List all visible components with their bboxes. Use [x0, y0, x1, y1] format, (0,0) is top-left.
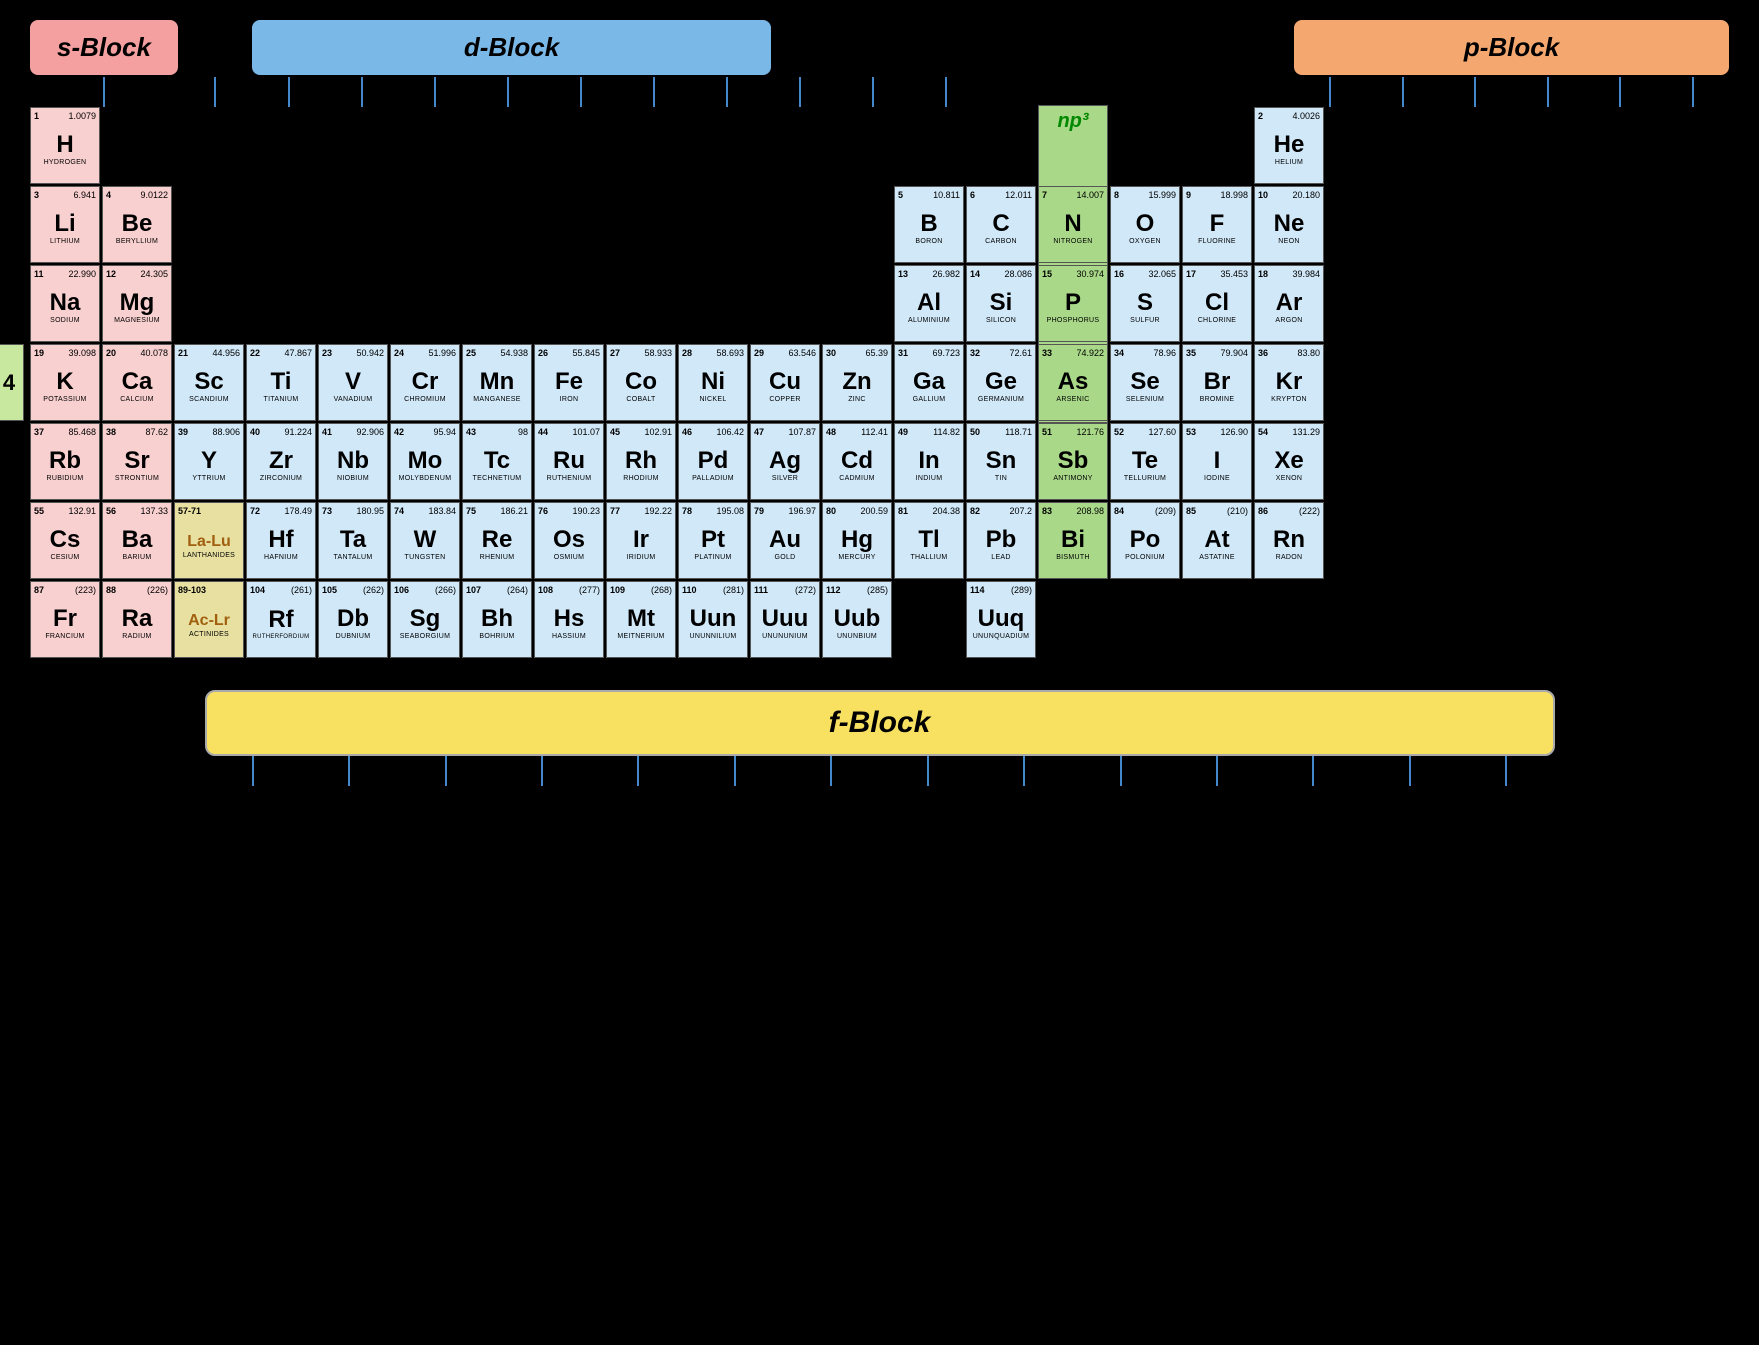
main-container: s-Block d-Block p-Block	[10, 10, 1749, 796]
element-au: 79196.97AuGOLD	[750, 502, 820, 579]
element-cd: 48112.41CdCADMIUM	[822, 423, 892, 500]
element-ni: 2858.693NiNICKEL	[678, 344, 748, 421]
element-i: 53126.90IIODINE	[1182, 423, 1252, 500]
element-te: 52127.60TeTELLURIUM	[1110, 423, 1180, 500]
element-sb: 51121.76SbANTIMONY	[1038, 423, 1108, 500]
element-pb: 82207.2PbLEAD	[966, 502, 1036, 579]
element-bi: 83208.98BiBISMUTH	[1038, 502, 1108, 579]
element-v: 2350.942VVANADIUM	[318, 344, 388, 421]
element-ge: 3272.61GeGERMANIUM	[966, 344, 1036, 421]
element-sc: 2144.956ScSCANDIUM	[174, 344, 244, 421]
element-ra: 88(226)RaRADIUM	[102, 581, 172, 658]
element-sg: 106(266)SgSEABORGIUM	[390, 581, 460, 658]
element-p: 1530.974PPHOSPHORUS	[1038, 265, 1108, 342]
element-ca: 2040.078CaCALCIUM	[102, 344, 172, 421]
element-co: 2758.933CoCOBALT	[606, 344, 676, 421]
element-hg: 80200.59HgMERCURY	[822, 502, 892, 579]
element-mg: 1224.305MgMAGNESIUM	[102, 265, 172, 342]
element-ac-lr: 89-103Ac-LrACTINIDES	[174, 581, 244, 658]
f-block-section: f-Block	[30, 690, 1729, 786]
element-nb: 4192.906NbNIOBIUM	[318, 423, 388, 500]
element-hf: 72178.49HfHAFNIUM	[246, 502, 316, 579]
d-block-header: d-Block	[252, 20, 771, 75]
element-la-lu: 57-71La-LuLANTHANIDES	[174, 502, 244, 579]
element-ru: 44101.07RuRUTHENIUM	[534, 423, 604, 500]
element-uun: 110(281)UunUNUNNILIUM	[678, 581, 748, 658]
element-cs: 55132.91CsCESIUM	[30, 502, 100, 579]
element-ti: 2247.867TiTITANIUM	[246, 344, 316, 421]
s-block-label: s-Block	[57, 32, 151, 63]
element-uuq: 114(289)UuqUNUNQUADIUM	[966, 581, 1036, 658]
element-as: 3374.922AsARSENIC	[1038, 344, 1108, 421]
element-sr: 3887.62SrSTRONTIUM	[102, 423, 172, 500]
element-rf: 104(261)RfRUTHERFORDIUM	[246, 581, 316, 658]
element-fe: 2655.845FeIRON	[534, 344, 604, 421]
element-k: 1939.098KPOTASSIUM	[30, 344, 100, 421]
element-in: 49114.82InINDIUM	[894, 423, 964, 500]
element-s: 1632.065SSULFUR	[1110, 265, 1180, 342]
element-he: 24.0026HeHELIUM	[1254, 107, 1324, 184]
element-sn: 50118.71SnTIN	[966, 423, 1036, 500]
element-cu: 2963.546CuCOPPER	[750, 344, 820, 421]
element-si: 1428.086SiSILICON	[966, 265, 1036, 342]
element-ta: 73180.95TaTANTALUM	[318, 502, 388, 579]
element-w: 74183.84WTUNGSTEN	[390, 502, 460, 579]
element-li: 36.941LiLITHIUM	[30, 186, 100, 263]
element-be: 49.0122BeBERYLLIUM	[102, 186, 172, 263]
element-ga: 3169.723GaGALLIUM	[894, 344, 964, 421]
row-4-label: 4	[0, 344, 24, 421]
element-xe: 54131.29XeXENON	[1254, 423, 1324, 500]
element-pd: 46106.42PdPALLADIUM	[678, 423, 748, 500]
element-kr: 3683.80KrKRYPTON	[1254, 344, 1324, 421]
element-db: 105(262)DbDUBNIUM	[318, 581, 388, 658]
element-uuu: 111(272)UuuUNUNUNIUM	[750, 581, 820, 658]
element-y: 3988.906YYTTRIUM	[174, 423, 244, 500]
element-zn: 3065.39ZnZINC	[822, 344, 892, 421]
element-mo: 4295.94MoMOLYBDENUM	[390, 423, 460, 500]
f-block-label: f-Block	[829, 706, 931, 739]
element-ag: 47107.87AgSILVER	[750, 423, 820, 500]
element-tc: 4398TcTECHNETIUM	[462, 423, 532, 500]
element-bh: 107(264)BhBOHRIUM	[462, 581, 532, 658]
element-re: 75186.21ReRHENIUM	[462, 502, 532, 579]
element-ne: 1020.180NeNEON	[1254, 186, 1324, 263]
element-hs: 108(277)HsHASSIUM	[534, 581, 604, 658]
element-se: 3478.96SeSELENIUM	[1110, 344, 1180, 421]
element-al: 1326.982AlALUMINIUM	[894, 265, 964, 342]
element-mt: 109(268)MtMEITNERIUM	[606, 581, 676, 658]
element-c: 612.011CCARBON	[966, 186, 1036, 263]
element-h: 11.0079HHYDROGEN	[30, 107, 100, 184]
element-zr: 4091.224ZrZIRCONIUM	[246, 423, 316, 500]
element-br: 3579.904BrBROMINE	[1182, 344, 1252, 421]
element-ir: 77192.22IrIRIDIUM	[606, 502, 676, 579]
element-o: 815.999OOXYGEN	[1110, 186, 1180, 263]
p-block-header: p-Block	[1294, 20, 1729, 75]
element-po: 84(209)PoPOLONIUM	[1110, 502, 1180, 579]
element-ar: 1839.984ArARGON	[1254, 265, 1324, 342]
element-os: 76190.23OsOSMIUM	[534, 502, 604, 579]
p-block-label: p-Block	[1464, 32, 1559, 63]
element-ba: 56137.33BaBARIUM	[102, 502, 172, 579]
element-rn: 86(222)RnRADON	[1254, 502, 1324, 579]
element-tl: 81204.38TlTHALLIUM	[894, 502, 964, 579]
d-block-label: d-Block	[464, 32, 559, 63]
element-mn: 2554.938MnMANGANESE	[462, 344, 532, 421]
element-cl: 1735.453ClCHLORINE	[1182, 265, 1252, 342]
element-rb: 3785.468RbRUBIDIUM	[30, 423, 100, 500]
element-na: 1122.990NaSODIUM	[30, 265, 100, 342]
element-cr: 2451.996CrCHROMIUM	[390, 344, 460, 421]
s-block-header: s-Block	[30, 20, 178, 75]
element-rh: 45102.91RhRHODIUM	[606, 423, 676, 500]
f-block-header: f-Block	[205, 690, 1555, 756]
element-pt: 78195.08PtPLATINUM	[678, 502, 748, 579]
element-uub: 112(285)UubUNUNBIUM	[822, 581, 892, 658]
element-b: 510.811BBORON	[894, 186, 964, 263]
element-n: 714.007NNITROGEN	[1038, 186, 1108, 263]
element-f: 918.998FFLUORINE	[1182, 186, 1252, 263]
periodic-table: 4np³11.0079HHYDROGEN24.0026HeHELIUM36.94…	[30, 107, 1334, 670]
element-at: 85(210)AtASTATINE	[1182, 502, 1252, 579]
element-fr: 87(223)FrFRANCIUM	[30, 581, 100, 658]
